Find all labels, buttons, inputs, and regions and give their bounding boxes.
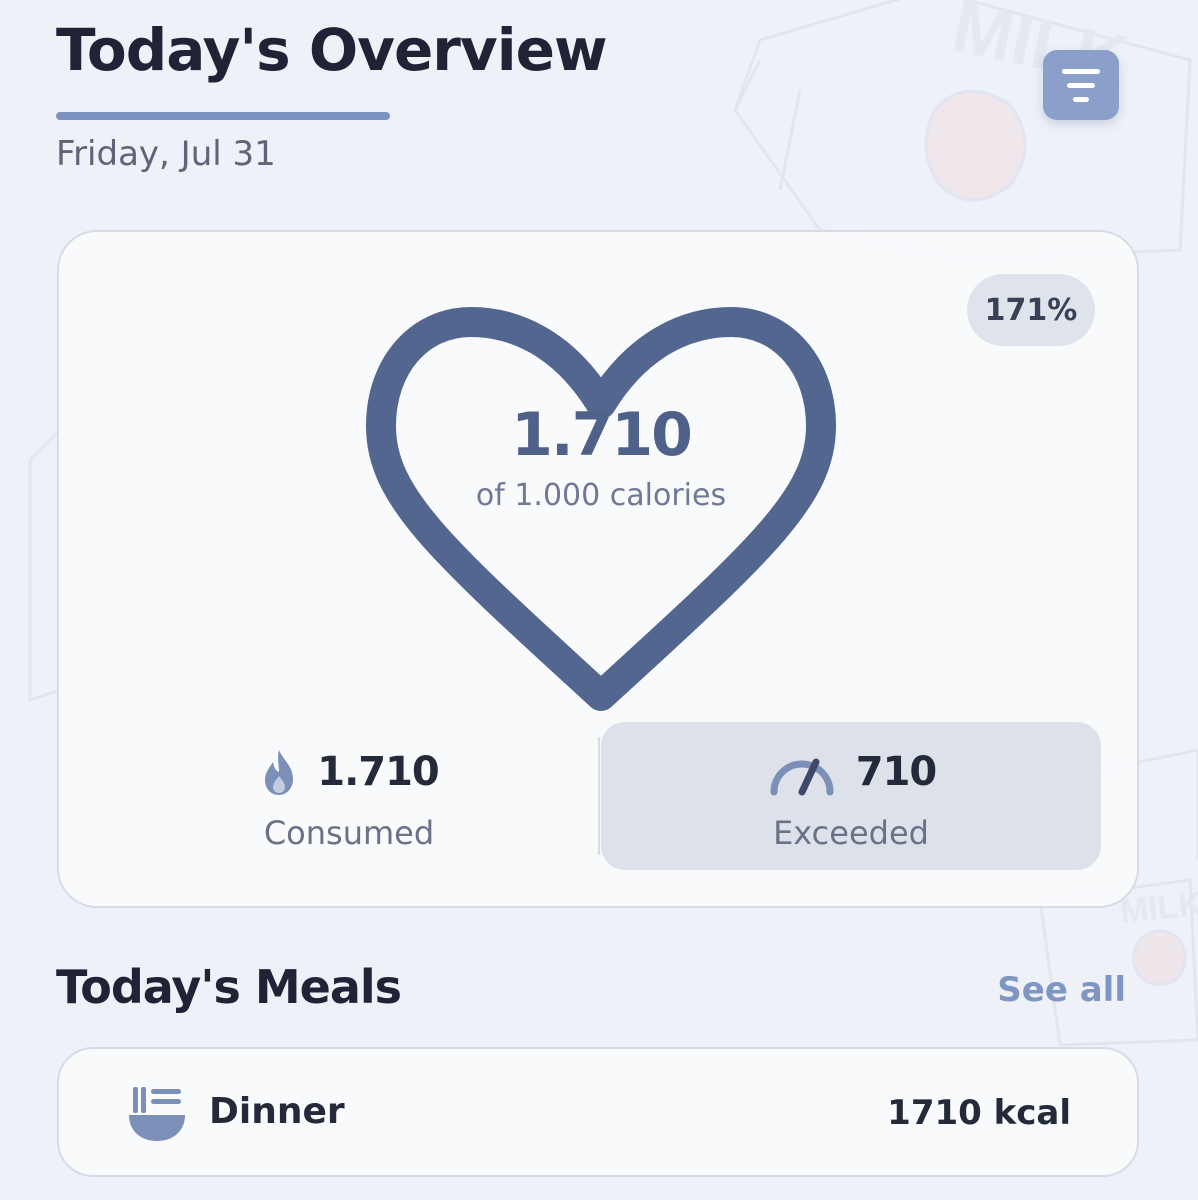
consumed-label: Consumed bbox=[263, 814, 435, 852]
see-all-link[interactable]: See all bbox=[960, 970, 1126, 1010]
filter-icon-line bbox=[1067, 82, 1095, 88]
calories-goal-caption: of 1.000 calories bbox=[475, 478, 727, 513]
filter-button[interactable] bbox=[1043, 50, 1119, 120]
consumed-stat: 1.710 Consumed bbox=[99, 722, 599, 870]
filter-icon-line bbox=[1073, 96, 1089, 102]
meal-name: Dinner bbox=[209, 1091, 345, 1132]
date-label: Friday, Jul 31 bbox=[56, 134, 276, 174]
noodle-bowl-icon bbox=[129, 1087, 185, 1141]
meals-section-title: Today's Meals bbox=[56, 960, 402, 1014]
calorie-summary-card: 171% 1.710 of 1.000 calories 1.710 Consu… bbox=[57, 230, 1139, 908]
meal-kcal: 1710 kcal bbox=[887, 1093, 1071, 1133]
gauge-icon bbox=[770, 758, 834, 796]
calories-total: 1.710 bbox=[511, 400, 693, 470]
exceeded-value: 710 bbox=[855, 749, 937, 795]
page-title: Today's Overview bbox=[56, 16, 608, 84]
title-underline bbox=[56, 112, 390, 120]
exceeded-label: Exceeded bbox=[773, 814, 929, 852]
meal-row-dinner[interactable]: Dinner 1710 kcal bbox=[57, 1047, 1139, 1177]
percent-badge: 171% bbox=[967, 274, 1095, 346]
filter-icon bbox=[1062, 68, 1100, 74]
consumed-value: 1.710 bbox=[317, 749, 440, 795]
exceeded-stat: 710 Exceeded bbox=[601, 722, 1101, 870]
flame-icon bbox=[265, 750, 294, 795]
